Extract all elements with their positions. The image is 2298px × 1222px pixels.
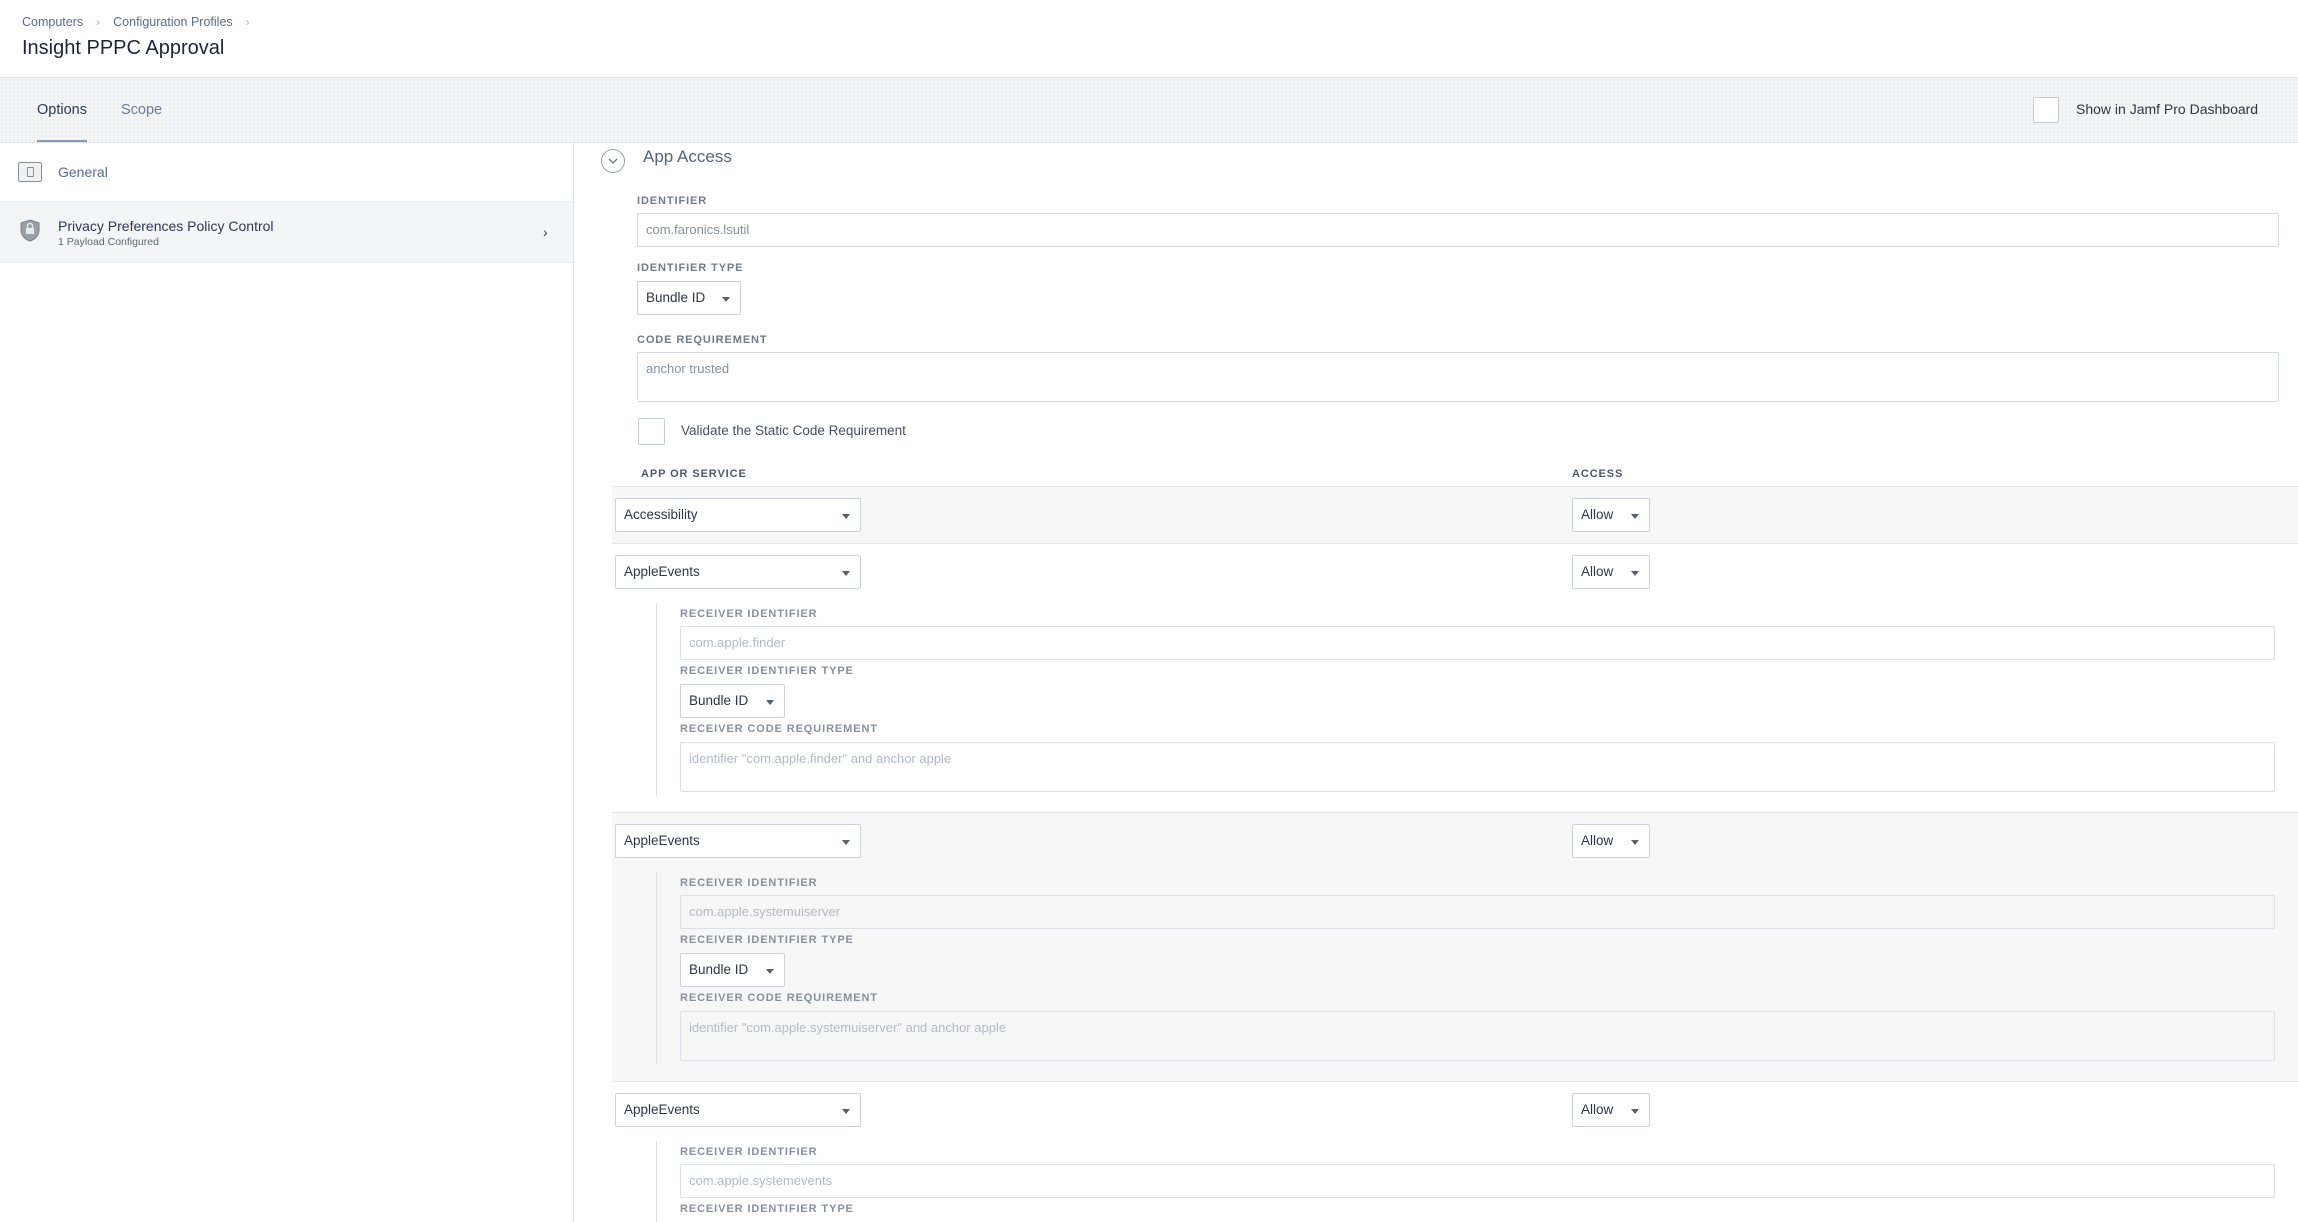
receiver-identifier-label: RECEIVER IDENTIFIER [680, 608, 818, 620]
select-value: Allow [1581, 1102, 1614, 1117]
shield-icon [20, 219, 40, 242]
access-select[interactable]: Allow [1572, 555, 1650, 589]
receiver-code-requirement-input[interactable]: identifier "com.apple.finder" and anchor… [680, 742, 2275, 792]
general-icon [18, 162, 42, 182]
identifier-type-label: IDENTIFIER TYPE [637, 262, 744, 274]
sidebar: General Privacy Preferences Policy Contr… [0, 143, 574, 1222]
page-header: Computers › Configuration Profiles › Ins… [0, 0, 2298, 78]
caret-down-icon [766, 969, 774, 974]
sidebar-item-label: Privacy Preferences Policy Control [58, 218, 274, 234]
app-or-service-select[interactable]: AppleEvents [615, 1093, 861, 1127]
receiver-identifier-type-select[interactable]: Bundle ID [680, 684, 785, 718]
sidebar-item-pppc[interactable]: Privacy Preferences Policy Control 1 Pay… [0, 201, 573, 263]
select-value: AppleEvents [624, 1102, 700, 1117]
select-value: Accessibility [624, 507, 698, 522]
receiver-group [656, 603, 657, 796]
caret-down-icon [1631, 840, 1639, 845]
app-or-service-select[interactable]: Accessibility [615, 498, 861, 532]
receiver-group [656, 1141, 657, 1222]
receiver-identifier-label: RECEIVER IDENTIFIER [680, 1146, 818, 1158]
main-content: App Access IDENTIFIER com.faronics.lsuti… [574, 143, 2298, 1222]
select-value: Bundle ID [689, 962, 749, 977]
chevron-down-icon [608, 158, 618, 164]
select-value: Bundle ID [646, 290, 706, 305]
code-requirement-label: CODE REQUIREMENT [637, 334, 768, 346]
table-row: AppleEvents Allow RECEIVER IDENTIFIER co… [612, 1081, 2298, 1222]
select-value: AppleEvents [624, 833, 700, 848]
caret-down-icon [842, 571, 850, 576]
breadcrumb-configuration-profiles[interactable]: Configuration Profiles [113, 15, 233, 29]
caret-down-icon [766, 700, 774, 705]
table-row: Accessibility Allow [612, 486, 2298, 543]
receiver-identifier-type-label: RECEIVER IDENTIFIER TYPE [680, 665, 854, 677]
show-in-dashboard-label: Show in Jamf Pro Dashboard [2076, 101, 2259, 117]
breadcrumb-computers[interactable]: Computers [22, 15, 83, 29]
breadcrumb: Computers › Configuration Profiles › [22, 15, 263, 29]
tab-bar: Options Scope [0, 78, 2298, 143]
receiver-identifier-label: RECEIVER IDENTIFIER [680, 877, 818, 889]
receiver-identifier-type-select[interactable]: Bundle ID [680, 953, 785, 987]
show-in-dashboard-checkbox[interactable] [2033, 97, 2059, 123]
validate-static-code-label: Validate the Static Code Requirement [681, 423, 906, 438]
select-value: Allow [1581, 507, 1614, 522]
table-row: AppleEvents Allow RECEIVER IDENTIFIER co… [612, 812, 2298, 1081]
select-value: Allow [1581, 833, 1614, 848]
caret-down-icon [1631, 1109, 1639, 1114]
receiver-identifier-input[interactable]: com.apple.finder [680, 626, 2275, 660]
identifier-input[interactable]: com.faronics.lsutil [637, 213, 2279, 247]
tab-options[interactable]: Options [37, 102, 87, 142]
receiver-identifier-input[interactable]: com.apple.systemevents [680, 1164, 2275, 1198]
receiver-identifier-input[interactable]: com.apple.systemuiserver [680, 895, 2275, 929]
access-select[interactable]: Allow [1572, 824, 1650, 858]
sidebar-item-general[interactable]: General [0, 143, 573, 201]
access-select[interactable]: Allow [1572, 1093, 1650, 1127]
table-row: AppleEvents Allow RECEIVER IDENTIFIER co… [612, 543, 2298, 812]
select-value: AppleEvents [624, 564, 700, 579]
caret-down-icon [722, 297, 730, 302]
caret-down-icon [1631, 514, 1639, 519]
tab-scope[interactable]: Scope [121, 102, 162, 142]
chevron-right-icon: › [543, 224, 548, 240]
select-value: Bundle ID [689, 693, 749, 708]
receiver-code-requirement-input[interactable]: identifier "com.apple.systemuiserver" an… [680, 1011, 2275, 1061]
caret-down-icon [842, 1109, 850, 1114]
caret-down-icon [1631, 571, 1639, 576]
receiver-code-requirement-label: RECEIVER CODE REQUIREMENT [680, 723, 878, 735]
receiver-identifier-type-label: RECEIVER IDENTIFIER TYPE [680, 1203, 854, 1215]
app-or-service-select[interactable]: AppleEvents [615, 555, 861, 589]
column-header-app-or-service: APP OR SERVICE [641, 468, 747, 480]
receiver-code-requirement-label: RECEIVER CODE REQUIREMENT [680, 992, 878, 1004]
sidebar-item-label: General [58, 164, 108, 180]
breadcrumb-chevron-icon: › [245, 15, 250, 29]
caret-down-icon [842, 840, 850, 845]
code-requirement-input[interactable]: anchor trusted [637, 352, 2279, 402]
collapse-section-button[interactable] [601, 149, 625, 173]
access-select[interactable]: Allow [1572, 498, 1650, 532]
payload-count: 1 Payload Configured [58, 236, 159, 248]
section-title: App Access [643, 147, 732, 166]
breadcrumb-chevron-icon: › [96, 15, 101, 29]
caret-down-icon [842, 514, 850, 519]
identifier-type-select[interactable]: Bundle ID [637, 281, 741, 315]
select-value: Allow [1581, 564, 1614, 579]
page-title: Insight PPPC Approval [22, 37, 225, 59]
app-or-service-select[interactable]: AppleEvents [615, 824, 861, 858]
validate-static-code-checkbox[interactable] [638, 418, 665, 445]
receiver-group [656, 872, 657, 1065]
identifier-label: IDENTIFIER [637, 195, 708, 207]
receiver-identifier-type-label: RECEIVER IDENTIFIER TYPE [680, 934, 854, 946]
column-header-access: ACCESS [1572, 468, 1624, 480]
